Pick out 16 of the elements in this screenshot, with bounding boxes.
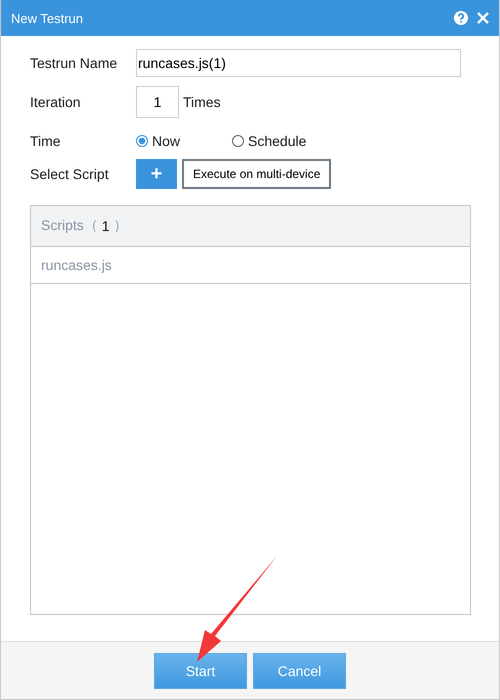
help-icon[interactable] [454, 11, 468, 25]
name-field[interactable]: runcases.js(1) [136, 49, 461, 77]
radio-button[interactable] [232, 135, 244, 147]
field-label: Testrun Name [30, 55, 118, 71]
table-header: Scripts（ 1 ） [31, 206, 470, 247]
multi-device-button[interactable]: Execute on multi-device [182, 159, 332, 189]
field-label: Time [30, 133, 62, 149]
radio-option[interactable]: Now [136, 133, 232, 149]
field-label: Select Script [30, 166, 110, 182]
unit-label: Times [183, 94, 221, 110]
radio-button[interactable] [136, 135, 148, 147]
radio-option[interactable]: Schedule [232, 133, 328, 149]
close-icon[interactable] [477, 12, 489, 24]
window-title: New Testrun [11, 10, 84, 26]
iteration-field[interactable]: 1 [136, 86, 179, 118]
field-label: Iteration [30, 94, 82, 110]
